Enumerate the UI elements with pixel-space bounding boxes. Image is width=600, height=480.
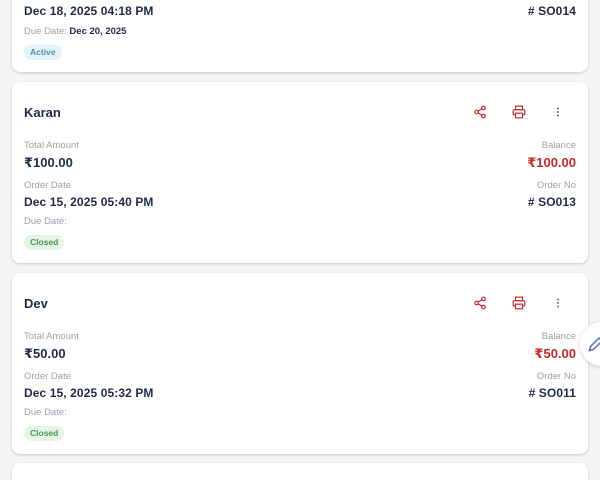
more-vertical-icon [557, 298, 559, 308]
due-date-label: Due Date: [24, 407, 67, 418]
order-date-value: Dec 15, 2025 05:40 PM [24, 195, 154, 209]
total-amount-label: Total Amount [24, 140, 79, 151]
share-button[interactable] [470, 102, 490, 122]
more-options-button[interactable] [548, 293, 568, 313]
more-options-button[interactable] [548, 102, 568, 122]
balance-label: Balance [541, 140, 576, 151]
due-date-label: Due Date: [24, 216, 67, 227]
balance-label: Balance [541, 331, 576, 342]
due-date-line: Due Date: Dec 20, 2025 [24, 26, 126, 37]
order-number-value: # SO011 [528, 386, 576, 400]
order-number-label: Order No [536, 371, 576, 382]
due-date-value: Dec 20, 2025 [69, 26, 127, 37]
total-amount-value: ₹50.00 [24, 346, 66, 361]
order-date-label: Order Date [24, 180, 71, 191]
order-date-value: Dec 18, 2025 04:18 PM [24, 4, 154, 18]
printer-icon [512, 296, 526, 310]
order-date-value: Dec 15, 2025 05:32 PM [24, 386, 154, 400]
more-vertical-icon [557, 107, 559, 117]
share-icon [474, 296, 486, 310]
share-icon [474, 105, 486, 119]
order-card[interactable] [12, 463, 588, 480]
order-number-value: # SO013 [527, 195, 576, 209]
edit-pencil-icon [588, 337, 600, 352]
due-date-label: Due Date: [24, 26, 67, 37]
print-button[interactable] [509, 293, 529, 313]
order-date-label: Order Date [24, 371, 71, 382]
order-card[interactable]: Dev Total Amount ₹50.00 Balance ₹50.00 O… [12, 273, 588, 454]
order-number-label: Order No [536, 180, 576, 191]
balance-value: ₹50.00 [534, 346, 576, 361]
customer-name: Dev [24, 296, 48, 311]
customer-name: Karan [24, 105, 61, 120]
status-badge: Closed [24, 235, 65, 250]
status-badge: Closed [24, 426, 65, 441]
status-badge: Active [24, 45, 62, 60]
total-amount-label: Total Amount [24, 331, 79, 342]
order-card[interactable]: Karan Total Amount ₹100.00 Balance ₹100.… [12, 82, 588, 263]
share-button[interactable] [470, 293, 490, 313]
printer-icon [512, 105, 526, 119]
order-card[interactable]: Dec 18, 2025 04:18 PM # SO014 Due Date: … [12, 0, 588, 72]
balance-value: ₹100.00 [527, 155, 576, 170]
total-amount-value: ₹100.00 [24, 155, 73, 170]
print-button[interactable] [509, 102, 529, 122]
order-number-value: # SO014 [527, 4, 576, 18]
